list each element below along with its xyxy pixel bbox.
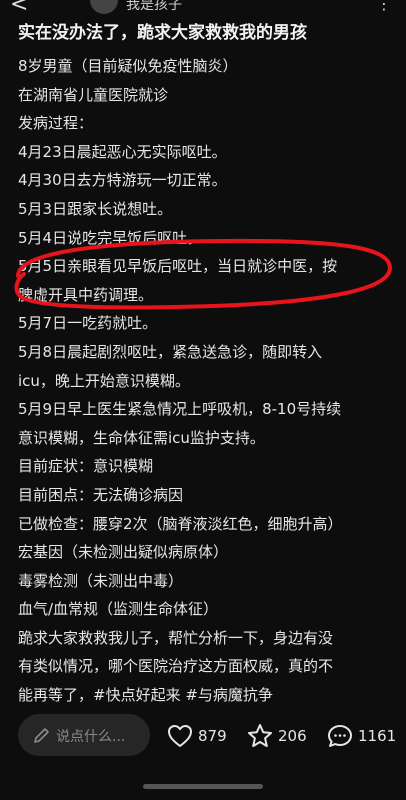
star-icon — [248, 724, 272, 747]
post-body: 8岁男童（目前疑似免疫性脑炎） 在湖南省儿童医院就诊 发病过程： 4月23日晨起… — [18, 52, 390, 710]
bottom-action-bar: 说点什么... 879 206 1161 — [0, 712, 406, 764]
post-line: 血气/血常规（监测生命体征） — [18, 600, 219, 619]
post-line: 已做检查：腰穿2次（脑脊液淡红色，细胞升高） — [18, 514, 343, 533]
red-annotation-circle — [14, 238, 393, 310]
post-line: 目前困点：无法确诊病因 — [18, 485, 184, 504]
comment-input[interactable]: 说点什么... — [18, 714, 150, 756]
favorite-button[interactable]: 206 — [246, 716, 307, 756]
comment-bubble-icon — [328, 725, 352, 747]
comment-button[interactable]: 1161 — [326, 716, 396, 756]
post-line: 5月8日晨起剧烈呕吐，紧急送急诊，随即转入 — [18, 342, 323, 361]
post-line: 5月3日跟家长说想吐。 — [18, 199, 173, 218]
post-line: 宏基因（未检测出疑似病原体） — [18, 543, 229, 562]
avatar[interactable] — [90, 0, 118, 14]
post-line: 能再等了，#快点好起来 #与病魔抗争 — [18, 686, 273, 705]
post-line: 发病过程： — [18, 114, 94, 133]
comment-count: 1161 — [358, 727, 397, 745]
heart-icon — [168, 725, 192, 747]
post-line: 目前症状：意识模糊 — [18, 457, 154, 476]
back-button[interactable]: < — [10, 0, 28, 17]
top-bar: < 我是孩子 ⋮ — [0, 0, 406, 18]
post-line: 毒雾检测（未测出中毒） — [18, 571, 184, 590]
home-indicator — [143, 784, 263, 789]
comment-placeholder: 说点什么... — [56, 729, 126, 745]
post-line: 跪求大家救救我儿子，帮忙分析一下，身边有没 — [18, 628, 334, 647]
post-line: 8岁男童（目前疑似免疫性脑炎） — [18, 57, 238, 75]
pen-icon — [34, 728, 49, 743]
post-line: 在湖南省儿童医院就诊 — [18, 85, 169, 104]
like-count: 879 — [198, 727, 227, 745]
like-button[interactable]: 879 — [166, 716, 227, 756]
post-line: 4月30日去方特游玩一切正常。 — [18, 171, 227, 190]
post-line: 意识模糊，生命体征需icu监护支持。 — [18, 428, 265, 447]
author-name[interactable]: 我是孩子 — [126, 0, 182, 14]
post-line: 5月9日早上医生紧急情况上呼吸机，8-10号持续 — [18, 400, 342, 419]
post-line: 有类似情况，哪个医院治疗这方面权威，真的不 — [18, 657, 334, 676]
post-line: icu，晚上开始意识模糊。 — [18, 371, 190, 390]
more-options-icon[interactable]: ⋮ — [376, 0, 392, 13]
post-line: 4月23日晨起恶心无实际呕吐。 — [18, 142, 227, 161]
post-title: 实在没办法了，跪求大家救救我的男孩 — [18, 23, 307, 43]
favorite-count: 206 — [278, 727, 307, 745]
